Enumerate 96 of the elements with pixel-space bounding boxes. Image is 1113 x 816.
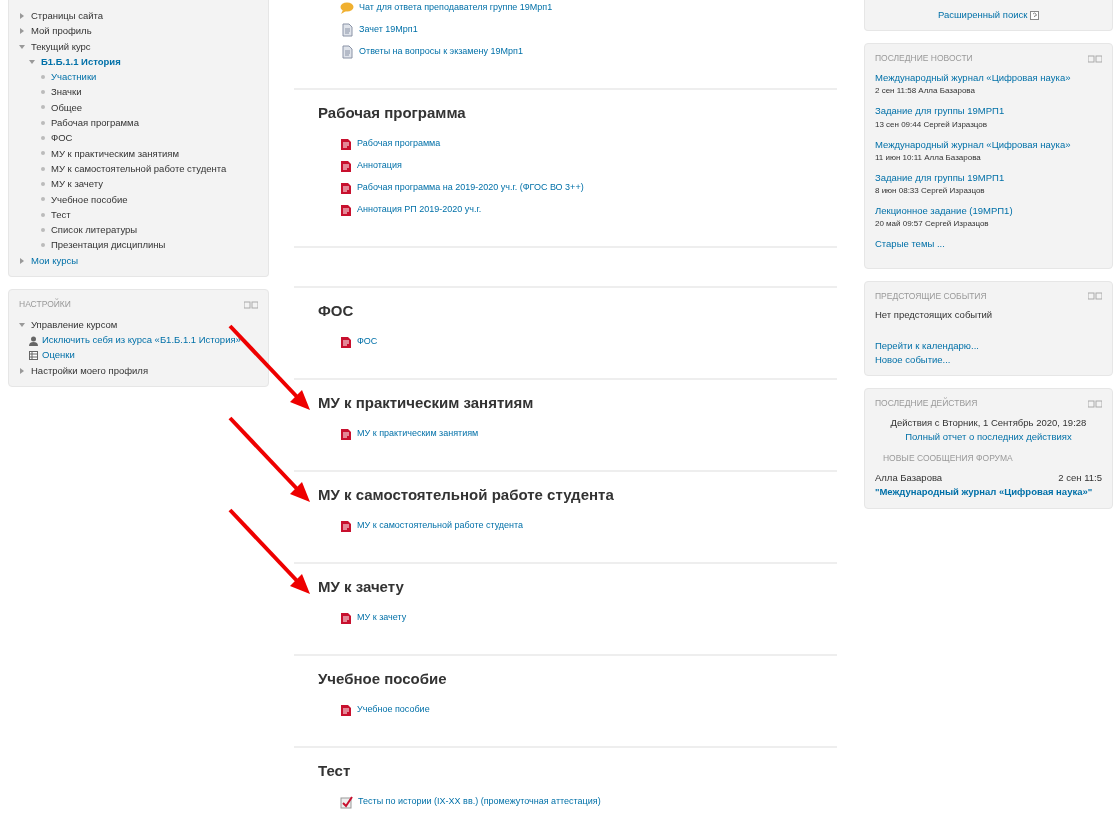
bullet-icon bbox=[41, 181, 45, 186]
settings-link[interactable]: Оценки bbox=[42, 347, 75, 363]
nav-item[interactable]: Текущий курс bbox=[31, 38, 91, 54]
nav-item[interactable]: Страницы сайта bbox=[31, 8, 104, 24]
bullet-icon bbox=[41, 243, 45, 248]
bullet-icon bbox=[41, 136, 45, 140]
section-heading: Рабочая программа bbox=[318, 104, 467, 122]
nav-item[interactable]: Тест bbox=[51, 206, 71, 223]
older-topics-link[interactable]: Старые темы ... bbox=[874, 237, 1102, 252]
nav-item[interactable]: Общее bbox=[51, 99, 83, 116]
activity-link[interactable]: Ответы на вопросы к экзамену 19Мрп1 bbox=[359, 45, 523, 59]
document-icon bbox=[340, 45, 354, 59]
nav-item[interactable]: Рабочая программа bbox=[51, 115, 139, 131]
activity-link[interactable]: Тесты по истории (IX-XX вв.) (промежуточная аттестация) bbox=[358, 795, 601, 809]
section-heading: МУ к самостоятельной работе студента bbox=[318, 486, 615, 504]
post-link[interactable]: "Международный журнал «Цифровая наука»" bbox=[874, 485, 1102, 500]
nav-item[interactable]: Б1.Б.1.1 История bbox=[41, 53, 121, 70]
nav-item[interactable]: Участники bbox=[51, 69, 97, 85]
bullet-icon bbox=[41, 151, 45, 156]
pdf-icon bbox=[340, 427, 352, 441]
news-meta: 20 май 09:57 Сергей Изразцов bbox=[874, 218, 990, 231]
activity-link[interactable]: Рабочая программа bbox=[357, 137, 441, 151]
block-title: НАСТРОЙКИ bbox=[19, 298, 71, 311]
activity-link[interactable]: МУ к самостоятельной работе студента bbox=[357, 519, 524, 533]
news-link[interactable]: Лекционное задание (19МРП1) bbox=[874, 204, 1102, 219]
event-link[interactable]: Перейти к календарю... bbox=[874, 338, 1102, 353]
section-heading: МУ к зачету bbox=[318, 578, 405, 596]
activity-link[interactable]: ФОС bbox=[357, 335, 378, 349]
bullet-icon bbox=[41, 120, 45, 125]
post-time: 2 сен 11:5 bbox=[1058, 471, 1102, 485]
news-meta: 13 сен 09:44 Сергей Изразцов bbox=[874, 118, 989, 131]
pdf-icon bbox=[340, 181, 352, 195]
news-link[interactable]: Международный журнал «Цифровая наука» bbox=[874, 71, 1102, 86]
activity-since: Действия с Вторник, 1 Сентябрь 2020, 19:28 bbox=[889, 415, 1088, 430]
activity-link[interactable]: Чат для ответа преподавателя группе 19Мрп1 bbox=[359, 1, 553, 15]
help-icon[interactable] bbox=[1027, 9, 1040, 20]
activity-link[interactable]: Зачет 19Мрп1 bbox=[359, 23, 418, 37]
dock-icon[interactable] bbox=[1088, 397, 1102, 410]
empty-message: Нет предстоящих событий bbox=[874, 308, 994, 323]
document-icon bbox=[340, 23, 354, 37]
pdf-icon bbox=[340, 203, 352, 217]
activity-link[interactable]: МУ к зачету bbox=[357, 611, 407, 625]
nav-item[interactable]: ФОС bbox=[51, 130, 73, 146]
bullet-icon bbox=[41, 90, 45, 95]
advanced-search-link[interactable]: Расширенный поиск bbox=[937, 9, 1028, 20]
block-title: ПОСЛЕДНИЕ НОВОСТИ bbox=[874, 52, 973, 65]
nav-item[interactable]: Мой профиль bbox=[31, 23, 92, 39]
section-heading: МУ к практическим занятиям bbox=[318, 394, 535, 412]
nav-item[interactable]: Список литературы bbox=[51, 222, 138, 238]
pdf-icon bbox=[340, 159, 352, 173]
nav-item[interactable]: МУ к практическим занятиям bbox=[51, 145, 179, 161]
block-title: ПРЕДСТОЯЩИЕ СОБЫТИЯ bbox=[874, 289, 987, 303]
dock-icon[interactable] bbox=[1088, 52, 1102, 65]
nav-item[interactable]: Мои курсы bbox=[31, 252, 79, 269]
bullet-icon bbox=[41, 166, 45, 171]
dock-icon[interactable] bbox=[244, 298, 258, 311]
bullet-icon bbox=[41, 212, 45, 217]
section-heading: ФОС bbox=[318, 302, 355, 320]
activity-link[interactable]: Аннотация РП 2019-2020 уч.г. bbox=[357, 203, 482, 217]
pdf-icon bbox=[340, 335, 352, 349]
news-link[interactable]: Задание для группы 19МРП1 bbox=[874, 170, 1102, 185]
forum-subtitle: НОВЫЕ СООБЩЕНИЯ ФОРУМА bbox=[882, 452, 1014, 465]
post-author: Алла Базарова bbox=[874, 471, 943, 485]
event-link[interactable]: Новое событие... bbox=[874, 352, 1102, 367]
pdf-icon bbox=[340, 611, 352, 625]
chat-icon bbox=[340, 2, 354, 14]
settings-item[interactable]: Управление курсом bbox=[31, 316, 118, 333]
news-meta: 2 сен 11:58 Алла Базарова bbox=[874, 85, 976, 98]
report-link[interactable]: Полный отчет о последних действиях bbox=[874, 430, 1102, 445]
pdf-icon bbox=[340, 703, 352, 717]
bullet-icon bbox=[41, 105, 45, 110]
news-link[interactable]: Задание для группы 19МРП1 bbox=[874, 104, 1102, 119]
settings-item[interactable]: Настройки моего профиля bbox=[31, 362, 149, 378]
nav-item[interactable]: Значки bbox=[51, 84, 82, 100]
activity-link[interactable]: Аннотация bbox=[357, 159, 402, 173]
activity-link[interactable]: МУ к практическим занятиям bbox=[357, 427, 479, 441]
dock-icon[interactable] bbox=[1088, 289, 1102, 303]
activity-link[interactable]: Учебное пособие bbox=[357, 703, 430, 717]
pdf-icon bbox=[340, 519, 352, 533]
news-link[interactable]: Международный журнал «Цифровая наука» bbox=[874, 137, 1102, 152]
block-title: ПОСЛЕДНИЕ ДЕЙСТВИЯ bbox=[874, 397, 978, 410]
pdf-icon bbox=[340, 137, 352, 151]
news-meta: 8 июн 08:33 Сергей Изразцов bbox=[874, 185, 986, 197]
bullet-icon bbox=[41, 227, 45, 232]
news-meta: 11 июн 10:11 Алла Базарова bbox=[874, 151, 982, 164]
section-heading: Учебное пособие bbox=[318, 670, 448, 688]
nav-item[interactable]: Учебное пособие bbox=[51, 191, 128, 207]
bullet-icon bbox=[41, 197, 45, 202]
checkmark-icon bbox=[340, 795, 353, 809]
section-heading: Тест bbox=[318, 762, 352, 780]
nav-item[interactable]: МУ к самостоятельной работе студента bbox=[51, 160, 227, 177]
nav-item[interactable]: МУ к зачету bbox=[51, 176, 103, 192]
bullet-icon bbox=[41, 74, 45, 79]
activity-link[interactable]: Рабочая программа на 2019-2020 уч.г. (ФГОС ВО 3++) bbox=[357, 181, 584, 195]
settings-link[interactable]: Исключить себя из курса «Б1.Б.1.1 История» bbox=[42, 332, 241, 348]
nav-item[interactable]: Презентация дисциплины bbox=[51, 237, 166, 253]
